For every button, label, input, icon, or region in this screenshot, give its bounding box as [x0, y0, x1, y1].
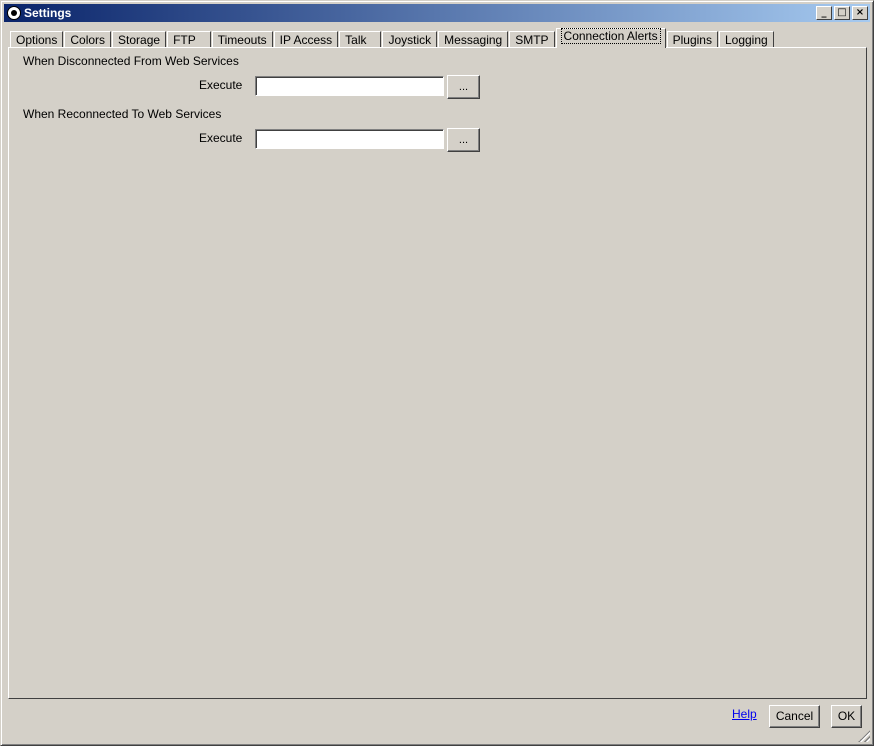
reconnected-browse-button[interactable]: ...: [447, 128, 480, 152]
disconnected-browse-button[interactable]: ...: [447, 75, 480, 99]
resize-grip-icon[interactable]: [858, 730, 870, 742]
tab-options[interactable]: Options: [10, 31, 64, 48]
tab-ip-access[interactable]: IP Access: [273, 31, 339, 48]
window-controls: _ □ ×: [816, 6, 868, 20]
tab-logging[interactable]: Logging: [718, 31, 774, 48]
tab-ftp[interactable]: FTP: [167, 31, 211, 48]
settings-window: Settings _ □ × Options Colors Storage FT…: [0, 0, 874, 746]
close-button[interactable]: ×: [852, 6, 868, 20]
reconnected-execute-input[interactable]: [255, 129, 444, 149]
app-icon: [7, 6, 21, 20]
tab-joystick[interactable]: Joystick: [382, 31, 438, 48]
disconnected-heading: When Disconnected From Web Services: [23, 54, 239, 68]
reconnected-execute-label: Execute: [199, 131, 243, 145]
tab-colors[interactable]: Colors: [64, 31, 112, 48]
tab-timeouts[interactable]: Timeouts: [211, 31, 273, 48]
tab-connection-alerts-label: Connection Alerts: [560, 28, 661, 44]
cancel-button[interactable]: Cancel: [769, 705, 820, 728]
title-bar[interactable]: Settings _ □ ×: [4, 4, 870, 22]
disconnected-execute-input[interactable]: [255, 76, 444, 96]
tab-messaging[interactable]: Messaging: [438, 31, 509, 48]
settings-tabs: Options Colors Storage FTP Timeouts IP A…: [10, 28, 775, 48]
help-link[interactable]: Help: [732, 707, 757, 721]
tab-smtp[interactable]: SMTP: [509, 31, 555, 48]
reconnected-heading: When Reconnected To Web Services: [23, 107, 222, 121]
tab-talk[interactable]: Talk: [339, 31, 382, 48]
minimize-button[interactable]: _: [816, 6, 832, 20]
disconnected-execute-label: Execute: [199, 78, 243, 92]
tab-storage[interactable]: Storage: [112, 31, 167, 48]
window-title: Settings: [24, 6, 72, 20]
ok-button[interactable]: OK: [831, 705, 862, 728]
connection-alerts-panel: When Disconnected From Web Services Exec…: [8, 47, 867, 699]
tab-connection-alerts[interactable]: Connection Alerts: [555, 28, 666, 48]
maximize-button[interactable]: □: [834, 6, 850, 20]
tab-plugins[interactable]: Plugins: [666, 31, 718, 48]
